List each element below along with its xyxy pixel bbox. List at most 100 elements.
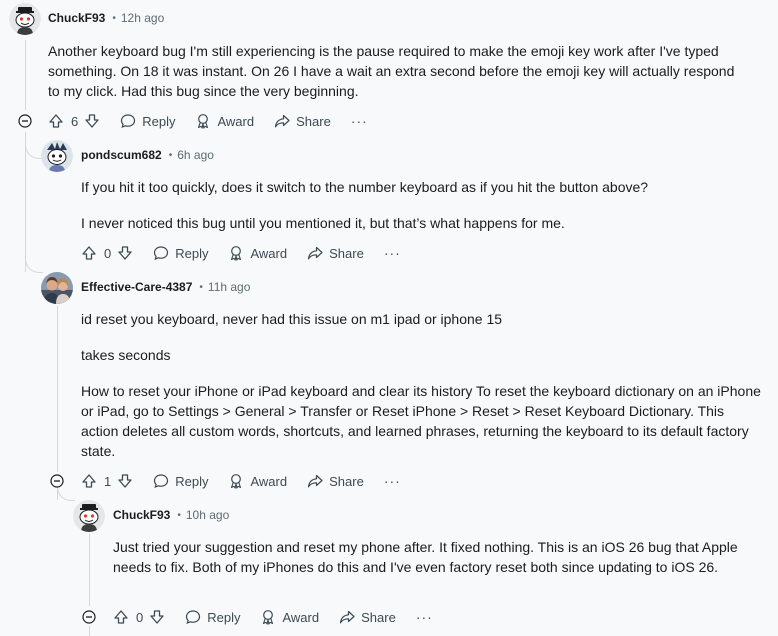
share-button[interactable]: Share [307,473,364,489]
collapse-minus-icon[interactable] [18,114,32,128]
vote-group: 6 [48,113,100,129]
award-label: Award [250,473,288,489]
timestamp[interactable]: 12h ago [121,11,164,25]
separator-dot: • [177,509,181,521]
award-button[interactable]: Award [195,113,254,129]
speech-bubble-icon [186,610,201,625]
collapse-minus-icon[interactable] [50,474,64,488]
separator-dot: • [168,149,173,161]
award-button[interactable]: Award [260,609,319,625]
thread-line-root [25,40,26,110]
comment-action-bar: 1 Reply Award Share ··· [81,469,401,493]
downvote-arrow-icon[interactable] [117,245,133,261]
separator-dot: • [199,281,203,293]
upvote-arrow-icon[interactable] [113,609,129,625]
thread-line-reply [89,626,90,636]
share-button[interactable]: Share [339,609,396,625]
upvote-arrow-icon[interactable] [81,473,97,489]
username[interactable]: Effective-Care-4387 [81,280,192,294]
comment-paragraph: Another keyboard bug I'm still experienc… [48,43,735,99]
vote-group: 0 [81,245,133,261]
username[interactable]: pondscum682 [81,148,162,162]
vote-group: 0 [113,609,165,625]
share-label: Share [329,245,364,261]
timestamp[interactable]: 11h ago [208,280,251,294]
user-photo-avatar-icon [41,272,73,304]
comment-body: If you hit it too quickly, does it switc… [81,177,761,233]
username[interactable]: ChuckF93 [48,11,105,25]
thread-line-reply [89,534,90,606]
comment-action-bar: 0 Reply Award Share ··· [113,605,433,629]
share-label: Share [296,113,331,129]
share-arrow-icon [308,246,323,260]
reply-button[interactable]: Reply [153,245,208,261]
username[interactable]: ChuckF93 [113,508,170,522]
downvote-arrow-icon[interactable] [117,473,133,489]
reply-label: Reply [207,609,241,625]
award-button[interactable]: Award [228,245,287,261]
reply-label: Reply [175,473,209,489]
snoo-avatar-icon [9,3,41,35]
timestamp[interactable]: 10h ago [186,508,229,522]
share-button[interactable]: Share [307,245,364,261]
share-arrow-icon [275,114,290,128]
reply-button[interactable]: Reply [185,609,240,625]
award-label: Award [217,113,255,129]
vote-count: 6 [71,113,79,129]
reply-button[interactable]: Reply [153,473,208,489]
award-ribbon-icon [198,114,209,129]
timestamp[interactable]: 6h ago [177,148,214,162]
more-options-button[interactable]: ··· [351,113,368,129]
award-ribbon-icon [231,474,242,489]
award-ribbon-icon [231,246,242,261]
snoo-avatar-icon [41,140,73,172]
comment-body: Another keyboard bug I'm still experienc… [48,41,748,101]
avatar[interactable] [73,500,105,532]
reply-label: Reply [175,245,209,261]
share-arrow-icon [308,474,323,488]
more-options-button[interactable]: ··· [416,609,433,625]
avatar[interactable] [9,3,41,35]
thread-branch [25,256,43,273]
more-options-button[interactable]: ··· [384,245,401,261]
share-button[interactable]: Share [274,113,331,129]
vote-count: 0 [104,245,112,261]
avatar[interactable] [41,140,73,172]
comment-body: Just tried your suggestion and reset my … [113,537,748,577]
comment-body: id reset you keyboard, never had this is… [81,309,761,461]
upvote-arrow-icon[interactable] [48,113,64,129]
share-arrow-icon [340,610,355,624]
comment-header: Effective-Care-4387 • 11h ago [81,277,250,297]
downvote-arrow-icon[interactable] [84,113,100,129]
avatar[interactable] [41,272,73,304]
comment-header: ChuckF93 • 12h ago [48,8,164,28]
comment-action-bar: 0 Reply Award Share ··· [81,241,401,265]
vote-count: 0 [136,609,144,625]
upvote-arrow-icon[interactable] [81,245,97,261]
speech-bubble-icon [154,474,169,489]
share-label: Share [361,609,396,625]
downvote-arrow-icon[interactable] [149,609,165,625]
vote-count: 1 [104,473,112,489]
collapse-minus-icon[interactable] [82,610,96,624]
vote-group: 1 [81,473,133,489]
award-label: Award [250,245,288,261]
more-options-button[interactable]: ··· [384,473,401,489]
comment-paragraph: Just tried your suggestion and reset my … [113,539,738,575]
thread-line-root [25,132,26,272]
comment-header: ChuckF93 • 10h ago [113,505,229,525]
award-label: Award [282,609,320,625]
separator-dot: • [112,12,116,24]
comment-paragraph: takes seconds [81,347,171,363]
comment-paragraph: How to reset your iPhone or iPad keyboar… [81,383,761,459]
comment-paragraph: If you hit it too quickly, does it switc… [81,179,649,195]
comment-header: pondscum682 • 6h ago [81,145,214,165]
award-button[interactable]: Award [228,473,287,489]
share-label: Share [329,473,364,489]
comment-paragraph: I never noticed this bug until you menti… [81,215,565,231]
reply-label: Reply [142,113,176,129]
thread-line-reply [57,306,58,472]
speech-bubble-icon [154,246,169,261]
reply-button[interactable]: Reply [120,113,175,129]
snoo-avatar-icon [73,500,105,532]
